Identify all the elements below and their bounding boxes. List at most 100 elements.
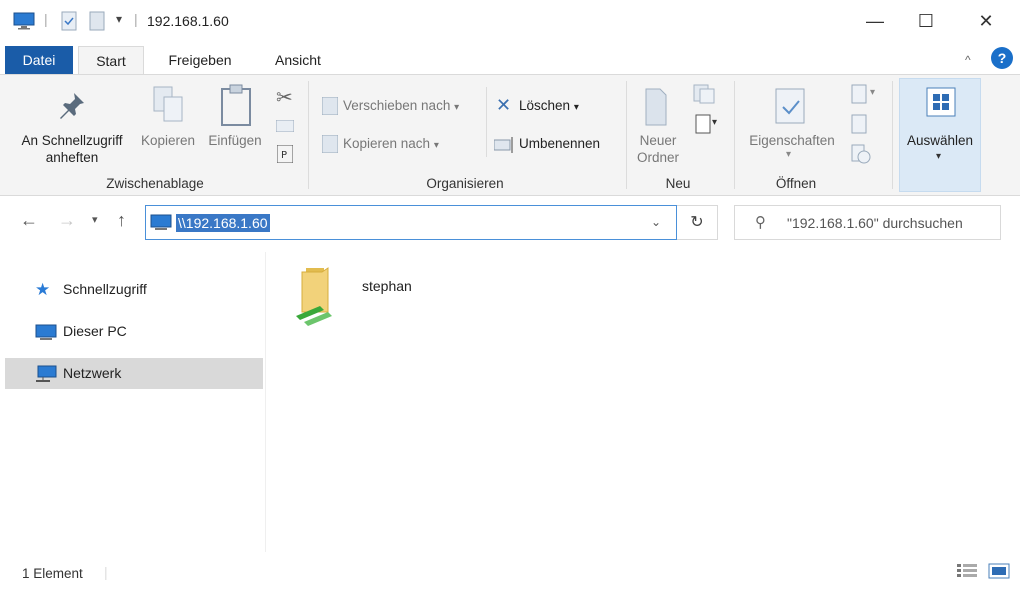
move-to-label: Verschieben nach	[343, 98, 451, 113]
properties-quick-icon[interactable]	[60, 11, 78, 34]
chevron-down-icon: ▾	[786, 149, 792, 160]
sidebar-item-this-pc[interactable]: Dieser PC	[5, 316, 263, 347]
svg-text:▾: ▾	[870, 87, 875, 98]
svg-text:▾: ▾	[712, 117, 717, 128]
properties-button[interactable]: Eigenschaften	[740, 132, 844, 149]
sidebar-item-label: Netzwerk	[63, 365, 122, 381]
sidebar-item-quick-access[interactable]: ★ Schnellzugriff	[5, 274, 263, 305]
status-bar: 1 Element |	[0, 552, 1020, 592]
group-divider	[626, 81, 627, 189]
rename-button[interactable]: Umbenennen	[519, 135, 600, 152]
collapse-ribbon-icon[interactable]: ^	[965, 53, 971, 67]
search-box[interactable]: ⚲ "192.168.1.60" durchsuchen	[734, 205, 1001, 240]
button-divider	[486, 87, 487, 157]
search-icon: ⚲	[755, 214, 766, 231]
tab-start[interactable]: Start	[78, 46, 144, 75]
close-button[interactable]: ✕	[958, 0, 1014, 42]
item-count: 1 Element	[22, 566, 83, 581]
copy-button[interactable]: Kopieren	[136, 132, 200, 149]
chevron-down-icon: ▾	[454, 102, 460, 113]
move-to-button[interactable]: Verschieben nach ▾	[343, 97, 459, 116]
new-folder-quick-icon[interactable]	[88, 11, 106, 34]
search-placeholder: "192.168.1.60" durchsuchen	[787, 215, 963, 231]
chevron-down-icon[interactable]: ⌄	[651, 215, 661, 229]
paste-icon	[220, 83, 252, 130]
delete-button[interactable]: Löschen ▾	[519, 97, 579, 116]
up-button[interactable]: ↑	[117, 210, 126, 231]
group-label-organize: Organisieren	[426, 176, 504, 191]
help-icon[interactable]: ?	[991, 47, 1013, 69]
chevron-down-icon: ▾	[936, 151, 942, 162]
copy-to-button[interactable]: Kopieren nach ▾	[343, 135, 439, 154]
new-item-icon[interactable]	[692, 83, 718, 108]
sidebar-item-label: Dieser PC	[63, 323, 127, 339]
cut-icon[interactable]: ✂	[276, 85, 293, 110]
easy-access-icon[interactable]: ▾	[692, 113, 722, 138]
tab-view[interactable]: Ansicht	[262, 46, 334, 74]
ribbon: An Schnellzugriff anheften Kopieren Einf…	[0, 74, 1020, 196]
pin-to-quick-access-button[interactable]: An Schnellzugriff anheften	[8, 132, 136, 166]
shared-folder-icon	[292, 262, 344, 329]
ribbon-tabs: Datei Start Freigeben Ansicht ^ ?	[0, 42, 1020, 75]
this-pc-icon[interactable]	[13, 12, 35, 33]
open-icon[interactable]: ▾	[850, 83, 880, 108]
select-grid-icon	[926, 87, 956, 120]
back-button[interactable]: ←	[20, 210, 38, 231]
tab-share[interactable]: Freigeben	[160, 46, 240, 74]
group-divider	[308, 81, 309, 189]
chevron-down-icon: ▾	[433, 140, 439, 151]
refresh-button[interactable]: ↻	[677, 205, 718, 240]
address-row: ← → ▾ ↑ \\192.168.1.60 ⌄ ↻ ⚲ "192.168.1.…	[0, 196, 1020, 252]
minimize-button[interactable]: —	[847, 0, 903, 42]
new-folder-icon	[644, 87, 670, 130]
history-icon[interactable]	[850, 143, 872, 168]
group-divider	[734, 81, 735, 189]
star-icon: ★	[35, 280, 51, 299]
tab-file[interactable]: Datei	[5, 46, 73, 74]
window-title: 192.168.1.60	[147, 13, 229, 29]
sidebar-item-network[interactable]: Netzwerk	[5, 358, 263, 389]
paste-button[interactable]: Einfügen	[203, 132, 267, 149]
svg-text:P: P	[281, 150, 287, 161]
address-bar[interactable]: \\192.168.1.60 ⌄	[145, 205, 677, 240]
recent-locations-button[interactable]: ▾	[92, 213, 98, 226]
item-name: stephan	[362, 278, 412, 294]
file-list: stephan	[266, 252, 1020, 552]
title-separator: |	[134, 11, 138, 27]
group-label-open: Öffnen	[775, 176, 817, 191]
forward-button[interactable]: →	[58, 210, 76, 231]
network-icon	[35, 365, 57, 386]
new-folder-button[interactable]: Neuer Ordner	[628, 132, 688, 166]
customize-quick-access-icon[interactable]: ▾	[116, 12, 122, 26]
delete-icon: ✕	[496, 95, 512, 115]
list-item[interactable]: stephan	[286, 256, 446, 336]
group-divider	[892, 81, 893, 189]
navigation-pane: ★ Schnellzugriff Dieser PC Netzwerk	[0, 252, 266, 552]
copy-icon	[152, 85, 184, 128]
group-label-clipboard: Zwischenablage	[106, 176, 204, 191]
maximize-button[interactable]: ☐	[898, 0, 954, 42]
status-separator: |	[104, 564, 108, 580]
rename-icon	[493, 137, 516, 156]
properties-icon	[774, 87, 808, 130]
large-icons-view-icon[interactable]	[988, 563, 1010, 582]
details-view-icon[interactable]	[956, 563, 978, 582]
pin-icon	[58, 91, 86, 124]
sidebar-item-label: Schnellzugriff	[63, 281, 147, 297]
group-label-new: Neu	[665, 176, 691, 191]
paste-shortcut-icon[interactable]: P	[276, 144, 294, 166]
move-to-icon	[321, 96, 339, 118]
this-pc-icon	[35, 324, 57, 345]
edit-icon[interactable]	[850, 113, 870, 138]
title-bar: | ▾ | 192.168.1.60 — ☐ ✕	[0, 0, 1020, 42]
title-separator: |	[44, 11, 48, 27]
select-label: Auswählen	[906, 133, 974, 148]
chevron-down-icon: ▾	[573, 102, 579, 113]
delete-label: Löschen	[519, 98, 571, 113]
network-computer-icon	[150, 214, 172, 235]
address-path[interactable]: \\192.168.1.60	[176, 214, 270, 232]
copy-to-icon	[321, 134, 339, 156]
copy-path-icon[interactable]	[275, 119, 295, 135]
select-button[interactable]: Auswählen ▾	[899, 78, 981, 192]
copy-to-label: Kopieren nach	[343, 136, 431, 151]
